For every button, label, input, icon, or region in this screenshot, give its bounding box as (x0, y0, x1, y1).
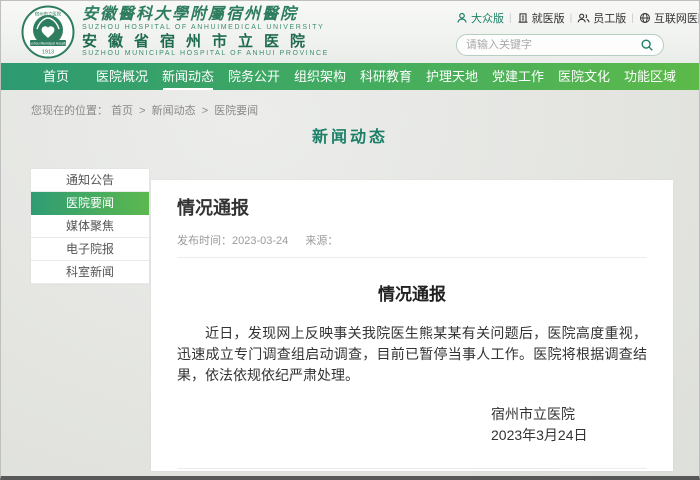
search-button[interactable] (640, 38, 654, 52)
breadcrumb-separator: > (201, 105, 209, 117)
sidebar-item-media-focus[interactable]: 媒体聚焦 (31, 215, 149, 238)
hospital-emblem-icon: 宿州市立医院 Suzhou Municipal Hospital 1913 (21, 5, 75, 59)
sidebar-item-e-newspaper[interactable]: 电子院报 (31, 238, 149, 261)
link-separator: | (509, 12, 512, 24)
nav-item-organization[interactable]: 组织架构 (293, 63, 347, 90)
hospital-name-chinese: 安徽省宿州市立医院 (82, 32, 317, 50)
breadcrumb-prefix: 您现在的位置： (31, 105, 108, 117)
sidebar-menu: 通知公告 医院要闻 媒体聚焦 电子院报 科室新闻 (31, 169, 149, 284)
breadcrumb-news[interactable]: 新闻动态 (152, 105, 196, 117)
site-search-box (456, 34, 664, 56)
link-separator: | (569, 12, 573, 24)
svg-text:Suzhou Municipal Hospital: Suzhou Municipal Hospital (28, 41, 68, 45)
hospital-logo[interactable]: 宿州市立医院 Suzhou Municipal Hospital 1913 安徽… (21, 5, 329, 59)
link-separator: | (631, 12, 634, 24)
link-staff-version[interactable]: 员工版 (577, 10, 626, 26)
site-header: 宿州市立医院 Suzhou Municipal Hospital 1913 安徽… (1, 1, 699, 63)
article-title: 情况通报 (177, 198, 249, 218)
link-patient-version[interactable]: 就医版 (517, 10, 565, 26)
article-pager: 上一篇：无 下一篇：宿州市立医院肿瘤内科开展“三八妇女节”防癌科普宣传 (177, 468, 647, 471)
publish-time-label: 发布时间： (177, 235, 232, 247)
svg-text:1913: 1913 (42, 50, 54, 56)
breadcrumb-hospital-news[interactable]: 医院要闻 (214, 105, 258, 117)
header-right-block: 大众版 | 就医版 | 员工版 | 互联网医院 (456, 10, 699, 56)
sidebar-item-notices[interactable]: 通知公告 (31, 169, 149, 192)
article-signature: 宿州市立医院 2023年3月24日 (491, 404, 647, 446)
nav-item-news[interactable]: 新闻动态 (161, 63, 215, 90)
nav-item-hospital-overview[interactable]: 医院概况 (95, 63, 149, 90)
link-public-version[interactable]: 大众版 (456, 10, 504, 26)
nav-item-functional-zone[interactable]: 功能区域 (623, 63, 677, 90)
publish-time: 发布时间：2023-03-24 (177, 235, 288, 247)
search-input[interactable] (466, 39, 640, 51)
link-label: 互联网医院 (653, 13, 699, 25)
article-body-title: 情况通报 (378, 285, 446, 304)
site-version-links: 大众版 | 就医版 | 员工版 | 互联网医院 (456, 10, 699, 26)
hospital-name-english-2: SUZHOU MUNICIPAL HOSPITAL OF ANHUI PROVI… (82, 50, 329, 58)
link-label: 大众版 (471, 13, 504, 25)
link-label: 就医版 (531, 13, 565, 25)
nav-item-party-building[interactable]: 党建工作 (491, 63, 545, 90)
search-icon (641, 39, 653, 51)
publish-time-value: 2023-03-24 (232, 235, 289, 247)
breadcrumb-separator: > (139, 105, 146, 117)
main-nav: 首页 医院概况 新闻动态 院务公开 组织架构 科研教育 护理天地 党建工作 医院… (1, 63, 699, 90)
hospital-name-calligraphy: 安徽醫科大學附屬宿州醫院 (82, 4, 299, 24)
hospital-name-english-1: SUZHOU HOSPITAL OF ANHUIMEDICAL UNIVERSI… (82, 24, 325, 32)
source-label: 来源： (305, 235, 339, 247)
nav-item-home[interactable]: 首页 (29, 63, 83, 90)
nav-item-research-education[interactable]: 科研教育 (359, 63, 413, 90)
sidebar-item-department-news[interactable]: 科室新闻 (31, 261, 149, 284)
article-panel: 情况通报 发布时间：2023-03-24 来源： 情况通报 近日，发现网上反映事… (151, 180, 673, 471)
building-icon (518, 13, 528, 23)
section-title: 新闻动态 (311, 129, 388, 146)
breadcrumb: 您现在的位置： 首页 > 新闻动态 > 医院要闻 (31, 102, 258, 118)
hospital-name-block: 安徽醫科大學附屬宿州醫院 SUZHOU HOSPITAL OF ANHUIMED… (82, 4, 329, 58)
breadcrumb-home[interactable]: 首页 (111, 105, 133, 117)
hospital-website-page: 宿州市立医院 Suzhou Municipal Hospital 1913 安徽… (0, 0, 700, 480)
nav-item-affairs[interactable]: 院务公开 (227, 63, 281, 90)
signature-name: 宿州市立医院 (491, 406, 575, 422)
link-internet-hospital[interactable]: 互联网医院 (639, 10, 699, 26)
signature-date: 2023年3月24日 (491, 427, 588, 443)
people-icon (577, 13, 590, 23)
globe-icon (639, 13, 650, 23)
person-icon (457, 12, 467, 23)
nav-item-nursing[interactable]: 护理天地 (425, 63, 479, 90)
sidebar-item-hospital-news[interactable]: 医院要闻 (31, 192, 149, 215)
nav-item-culture[interactable]: 医院文化 (557, 63, 611, 90)
article-meta: 发布时间：2023-03-24 来源： (177, 232, 647, 258)
article-body-text: 近日，发现网上反映事关我院医生熊某某有关问题后，医院高度重视，迅速成立专门调查组… (177, 325, 647, 383)
link-label: 员工版 (593, 13, 627, 25)
